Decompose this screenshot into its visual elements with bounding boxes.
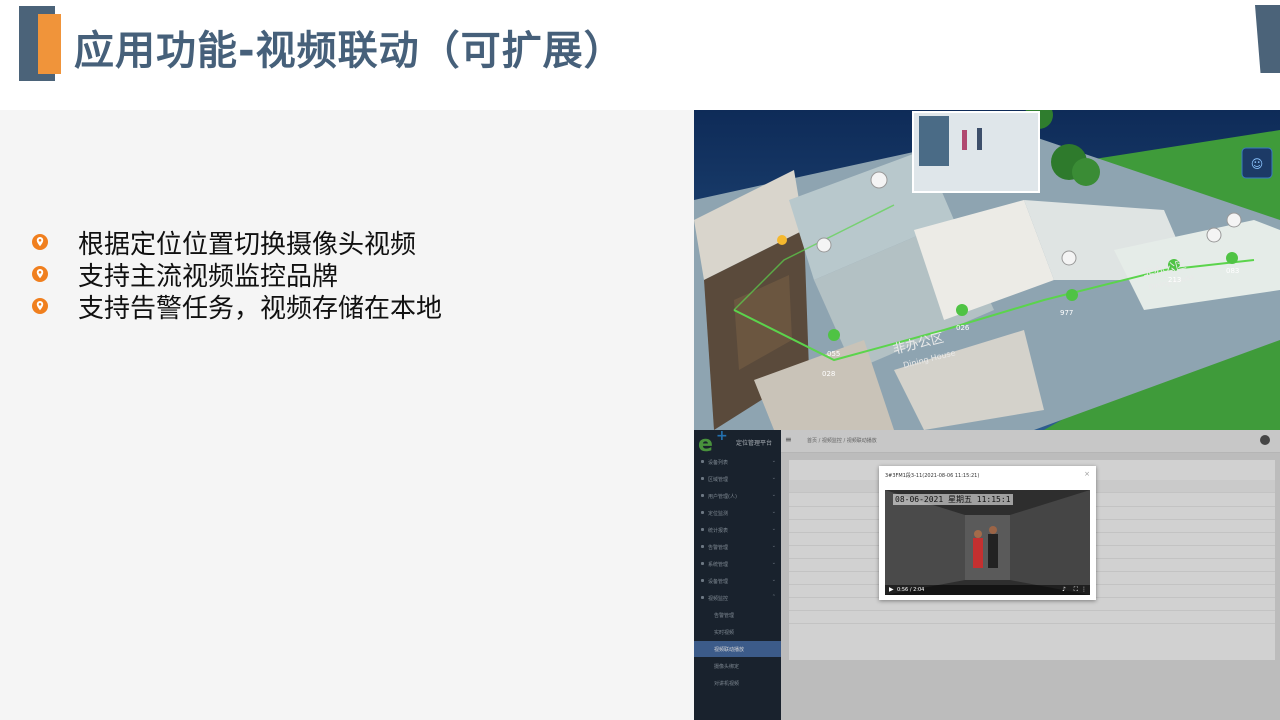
monitoring-dashboard: e + 定位管理平台 设备列表 ⌄ 区域管理 ⌄ 用户管理(人) ⌄ 定位监测 ⌄ 统计…	[694, 430, 1280, 720]
slide-title: 应用功能-视频联动（可扩展）	[74, 28, 625, 74]
tag-id: 055	[827, 350, 840, 358]
title-decoration-orange	[38, 14, 61, 74]
play-icon[interactable]: ▶	[889, 586, 894, 593]
svg-text:☺: ☺	[1251, 157, 1264, 171]
feature-text: 支持告警任务，视频存储在本地	[78, 293, 443, 324]
video-modal: 3#3FM1段3-11(2021-08-06 11:15:21) × 08-06…	[879, 466, 1096, 600]
list-item: 根据定位位置切换摄像头视频	[28, 226, 442, 260]
fullscreen-icon[interactable]: ⛶	[1074, 586, 1078, 594]
video-timestamp: 08-06-2021 星期五 11:15:1	[893, 494, 1013, 505]
location-pin-icon	[32, 266, 48, 282]
more-icon[interactable]: ⋮	[1081, 586, 1087, 593]
location-pin-icon	[32, 234, 48, 250]
video-time: 0:56 / 2:04	[897, 587, 925, 593]
video-player[interactable]: 08-06-2021 星期五 11:15:1 ▶ 0:56 / 2:04 ♪ ⛶…	[885, 490, 1090, 595]
feature-list: 根据定位位置切换摄像头视频 支持主流视频监控品牌 支持告警任务，视频存储在本地	[28, 226, 443, 324]
modal-title: 3#3FM1段3-11(2021-08-06 11:15:21)	[885, 473, 980, 479]
list-item: 支持主流视频监控品牌	[28, 258, 442, 292]
list-item: 支持告警任务，视频存储在本地	[28, 290, 443, 324]
tag-id: 977	[1060, 309, 1073, 317]
close-icon[interactable]: ×	[1084, 470, 1090, 478]
location-pin-icon	[32, 298, 48, 314]
tag-id: 083	[1226, 267, 1239, 275]
volume-icon[interactable]: ♪	[1062, 586, 1066, 593]
floor-plan-illustration: ☺ 非办公区 Dining House 非办公区 Dining House 05…	[694, 110, 1280, 430]
text-panel	[0, 110, 694, 720]
server-room-footage	[885, 490, 1090, 595]
slide-header: 应用功能-视频联动（可扩展）	[0, 0, 1280, 110]
floor-plan-3d-view: ☺ 非办公区 Dining House 非办公区 Dining House 05…	[694, 110, 1280, 430]
tag-id: 213	[1168, 276, 1181, 284]
video-controls[interactable]: ▶ 0:56 / 2:04 ♪ ⛶ ⋮	[885, 585, 1090, 595]
corner-decoration	[1255, 5, 1280, 73]
tag-id: 028	[822, 370, 835, 378]
